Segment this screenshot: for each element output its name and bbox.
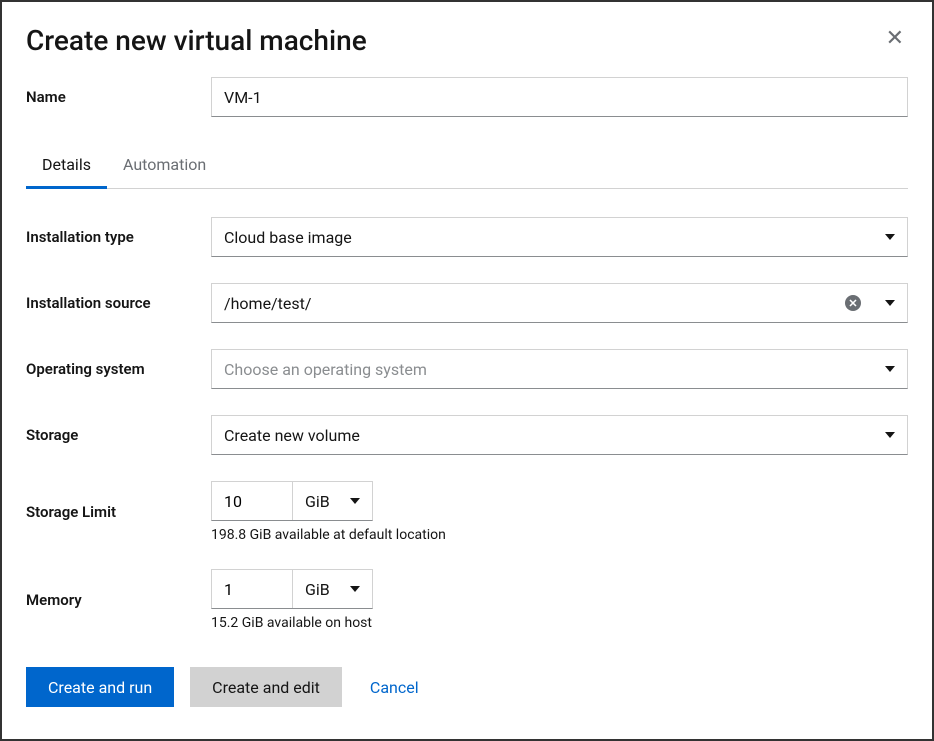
dialog-title: Create new virtual machine <box>26 24 367 57</box>
operating-system-select[interactable]: Choose an operating system <box>211 349 908 389</box>
storage-label: Storage <box>26 426 211 444</box>
storage-limit-help: 198.8 GiB available at default location <box>211 527 908 543</box>
installation-source-value: /home/test/ <box>224 294 845 313</box>
create-vm-dialog: Create new virtual machine ✕ Name Detail… <box>0 0 934 741</box>
storage-value: Create new volume <box>224 426 875 445</box>
clear-icon[interactable]: ✕ <box>845 295 861 311</box>
installation-type-label: Installation type <box>26 228 211 246</box>
installation-source-label: Installation source <box>26 294 211 312</box>
name-input[interactable] <box>211 77 908 117</box>
caret-down-icon <box>350 498 360 504</box>
memory-help: 15.2 GiB available on host <box>211 615 908 631</box>
memory-unit-select[interactable]: GiB <box>292 570 372 608</box>
tab-details[interactable]: Details <box>26 145 107 189</box>
memory-label: Memory <box>26 591 211 609</box>
installation-type-select[interactable]: Cloud base image <box>211 217 908 257</box>
memory-input[interactable] <box>212 570 292 608</box>
name-label: Name <box>26 88 211 106</box>
caret-down-icon <box>885 234 895 240</box>
cancel-button[interactable]: Cancel <box>358 667 431 707</box>
close-icon[interactable]: ✕ <box>882 24 908 54</box>
installation-source-combo[interactable]: /home/test/ ✕ <box>211 283 908 323</box>
caret-down-icon <box>885 432 895 438</box>
caret-down-icon <box>885 366 895 372</box>
storage-limit-unit-select[interactable]: GiB <box>292 482 372 520</box>
storage-limit-unit: GiB <box>305 492 330 511</box>
tabs: Details Automation <box>26 145 908 189</box>
create-and-edit-button[interactable]: Create and edit <box>190 667 342 707</box>
dialog-footer: Create and run Create and edit Cancel <box>26 667 908 707</box>
storage-select[interactable]: Create new volume <box>211 415 908 455</box>
installation-type-value: Cloud base image <box>224 228 875 247</box>
caret-down-icon <box>885 300 895 306</box>
memory-unit: GiB <box>305 580 330 599</box>
storage-limit-label: Storage Limit <box>26 503 211 521</box>
caret-down-icon <box>350 586 360 592</box>
create-and-run-button[interactable]: Create and run <box>26 667 174 707</box>
operating-system-label: Operating system <box>26 360 211 378</box>
storage-limit-input[interactable] <box>212 482 292 520</box>
operating-system-placeholder: Choose an operating system <box>224 360 875 379</box>
tab-automation[interactable]: Automation <box>107 145 222 189</box>
